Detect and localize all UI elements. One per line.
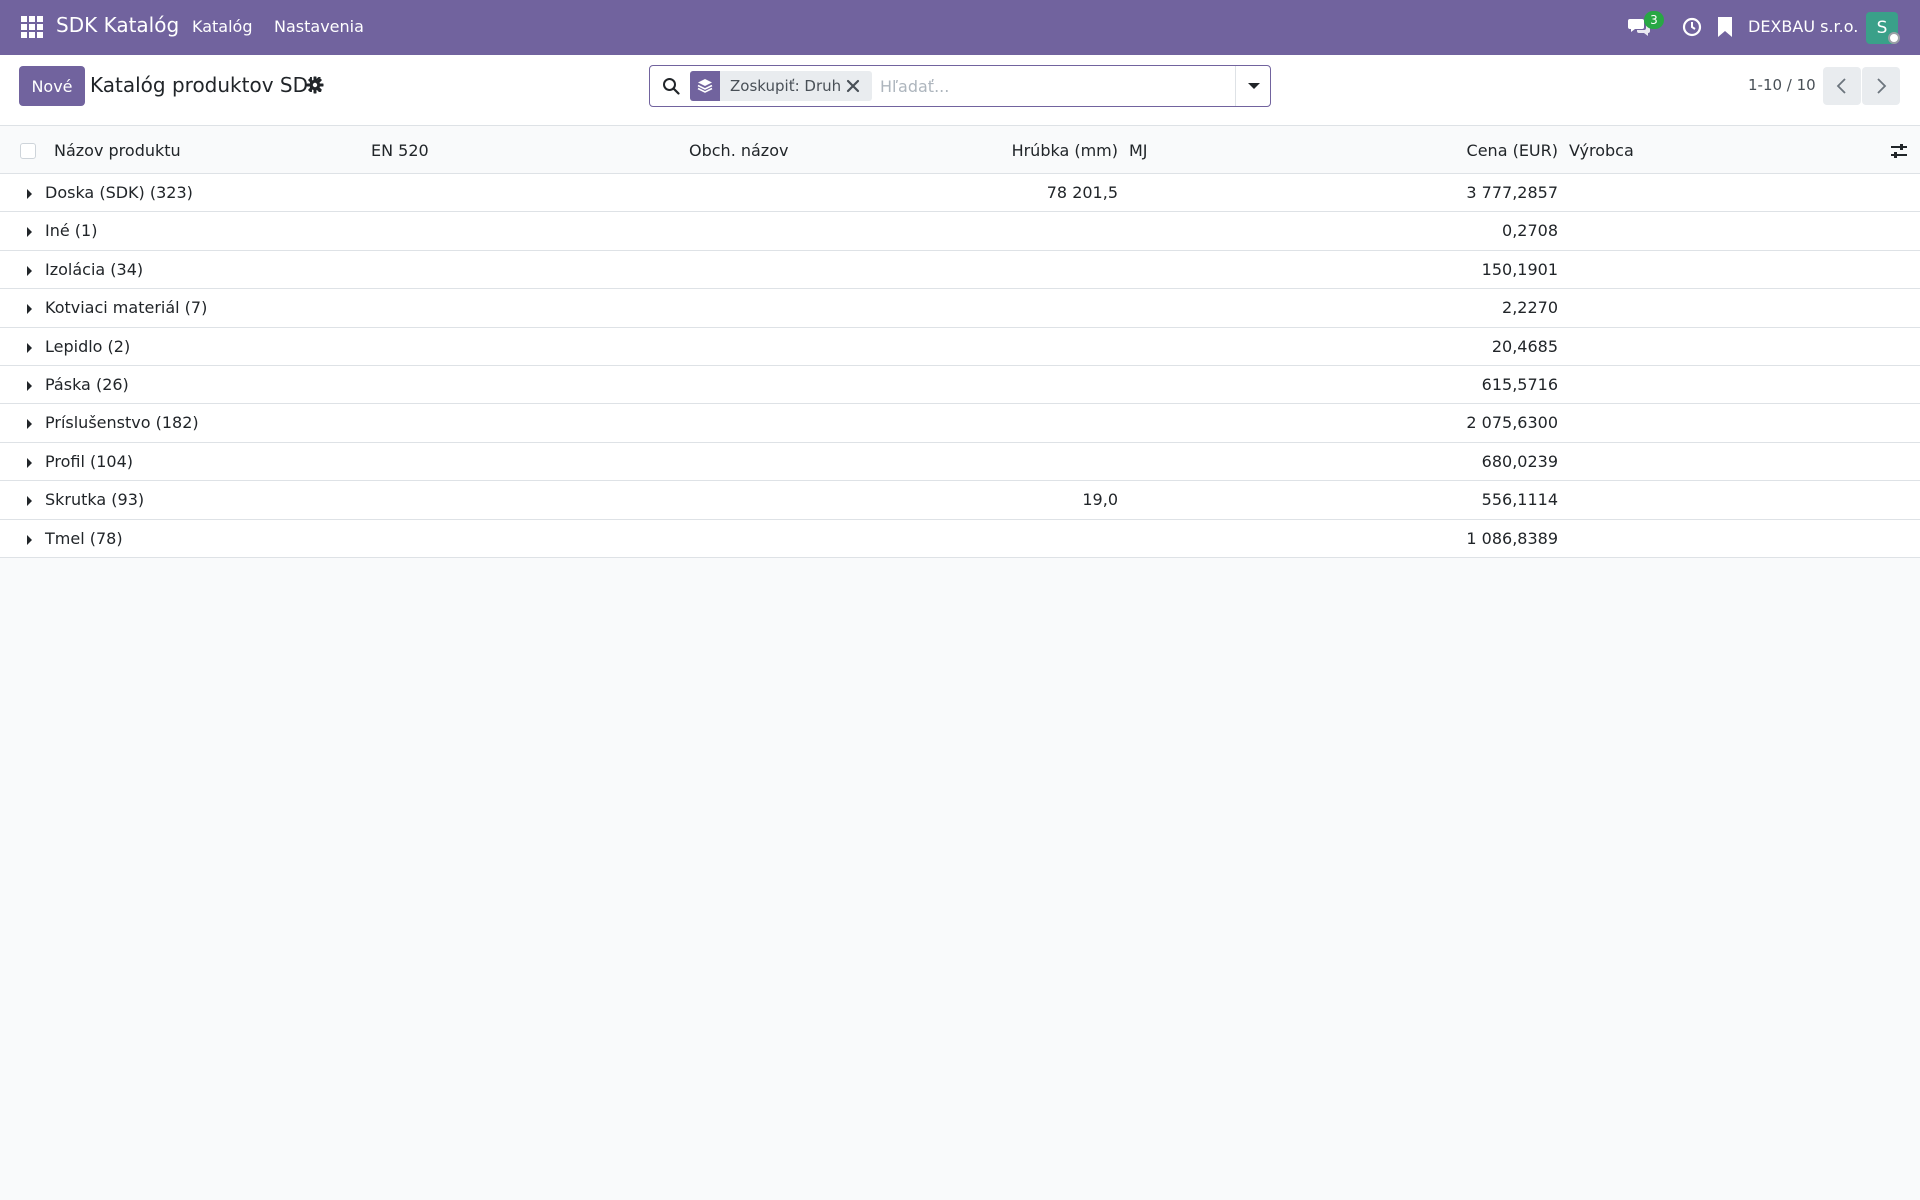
pager-next-button[interactable] [1862, 67, 1900, 105]
column-header-en520[interactable]: EN 520 [371, 141, 429, 160]
bookmark-icon[interactable] [1717, 16, 1733, 38]
group-price-sum: 1 086,8389 [1466, 528, 1558, 548]
group-name: Príslušenstvo (182) [45, 413, 199, 433]
column-header-thickness[interactable]: Hrúbka (mm) [1012, 141, 1118, 160]
control-panel: Nové Katalóg produktov SDK Zoskupiť: Dru… [0, 55, 1920, 126]
group-row[interactable]: Príslušenstvo (182) 2 075,6300 [0, 404, 1920, 443]
search-options-toggle[interactable] [1235, 66, 1270, 106]
group-price-sum: 556,1114 [1481, 490, 1558, 510]
caret-right-icon [27, 342, 32, 353]
caret-right-icon [27, 457, 32, 468]
chevron-right-icon [1877, 78, 1887, 94]
sliders-icon[interactable] [1890, 142, 1908, 160]
group-name: Tmel (78) [45, 528, 123, 548]
close-icon[interactable] [846, 79, 860, 93]
group-row[interactable]: Iné (1) 0,2708 [0, 212, 1920, 251]
apps-grid-icon[interactable] [21, 16, 43, 38]
facet-label: Zoskupiť: Druh [730, 77, 842, 95]
group-name: Skrutka (93) [45, 490, 145, 510]
group-price-sum: 2,2270 [1502, 298, 1558, 318]
app-title[interactable]: SDK Katalóg [56, 13, 179, 37]
caret-right-icon [27, 496, 32, 507]
gear-icon[interactable] [306, 76, 324, 94]
messages-badge: 3 [1644, 11, 1664, 29]
group-row[interactable]: Doska (SDK) (323) 78 201,5 3 777,2857 [0, 174, 1920, 213]
caret-right-icon [27, 265, 32, 276]
menu-nastavenia[interactable]: Nastavenia [274, 17, 364, 36]
pager-value[interactable]: 1-10 / 10 [1748, 76, 1816, 94]
pager-previous-button[interactable] [1823, 67, 1861, 105]
group-price-sum: 3 777,2857 [1466, 183, 1558, 202]
column-header-price[interactable]: Cena (EUR) [1467, 141, 1558, 160]
group-rows: Doska (SDK) (323) 78 201,5 3 777,2857 In… [0, 174, 1920, 558]
caret-right-icon [27, 419, 32, 430]
group-price-sum: 0,2708 [1502, 221, 1558, 241]
caret-right-icon [27, 227, 32, 238]
caret-right-icon [27, 304, 32, 315]
group-name: Izolácia (34) [45, 259, 144, 279]
search-input[interactable] [880, 72, 1250, 100]
group-row[interactable]: Lepidlo (2) 20,4685 [0, 327, 1920, 366]
group-price-sum: 150,1901 [1481, 259, 1558, 279]
group-row[interactable]: Skrutka (93) 19,0 556,1114 [0, 481, 1920, 520]
group-price-sum: 20,4685 [1491, 336, 1558, 356]
group-name: Kotviaci materiál (7) [45, 298, 208, 318]
group-price-sum: 2 075,6300 [1466, 413, 1558, 433]
column-header-manufacturer[interactable]: Výrobca [1569, 141, 1634, 160]
product-list: Názov produktu EN 520 Obch. názov Hrúbka… [0, 126, 1920, 558]
group-thickness-sum: 19,0 [1082, 490, 1118, 510]
group-row[interactable]: Páska (26) 615,5716 [0, 365, 1920, 405]
caret-right-icon [27, 380, 32, 391]
company-switcher[interactable]: DEXBAU s.r.o. [1748, 17, 1858, 36]
group-name: Lepidlo (2) [45, 336, 131, 356]
group-row[interactable]: Izolácia (34) 150,1901 [0, 250, 1920, 290]
page-title: Katalóg produktov SDK [90, 73, 322, 97]
group-price-sum: 615,5716 [1481, 374, 1558, 394]
column-header-name[interactable]: Názov produktu [54, 141, 181, 160]
new-button[interactable]: Nové [19, 66, 85, 106]
group-row[interactable]: Tmel (78) 1 086,8389 [0, 519, 1920, 558]
group-name: Profil (104) [45, 451, 134, 471]
group-row[interactable]: Profil (104) 680,0239 [0, 442, 1920, 482]
menu-katalog[interactable]: Katalóg [192, 17, 252, 36]
chevron-left-icon [1836, 78, 1846, 94]
search-icon [663, 78, 680, 95]
group-name: Páska (26) [45, 374, 129, 394]
search-facet-groupby[interactable]: Zoskupiť: Druh [690, 71, 872, 101]
search-bar: Zoskupiť: Druh [649, 65, 1271, 107]
group-row[interactable]: Kotviaci materiál (7) 2,2270 [0, 289, 1920, 328]
caret-right-icon [27, 534, 32, 545]
group-thickness-sum: 78 201,5 [1046, 183, 1118, 202]
column-header-unit[interactable]: MJ [1129, 141, 1148, 160]
top-navbar: SDK Katalóg Katalóg Nastavenia 3 DEXBAU … [0, 0, 1920, 55]
presence-status-icon [1888, 32, 1900, 44]
group-price-sum: 680,0239 [1481, 451, 1558, 471]
group-name: Doska (SDK) (323) [45, 183, 193, 202]
column-header-trade-name[interactable]: Obch. názov [689, 141, 788, 160]
list-header: Názov produktu EN 520 Obch. názov Hrúbka… [0, 126, 1920, 174]
layers-icon [690, 71, 720, 101]
caret-right-icon [27, 189, 32, 199]
clock-icon[interactable] [1682, 17, 1702, 37]
select-all-checkbox[interactable] [20, 143, 36, 159]
group-name: Iné (1) [45, 221, 98, 241]
